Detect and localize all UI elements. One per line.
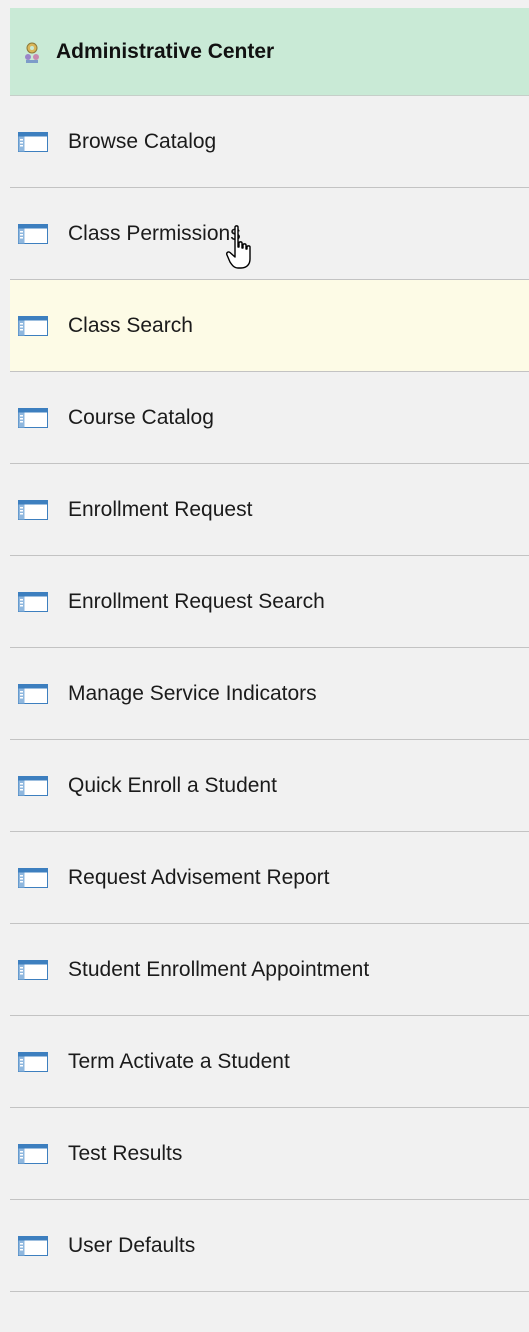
gear-people-icon [22,40,42,64]
menu-item-class-permissions[interactable]: Class Permissions [10,188,529,280]
page-window-icon [18,223,48,244]
menu-item-quick-enroll-a-student[interactable]: Quick Enroll a Student [10,740,529,832]
menu-item-label: Quick Enroll a Student [68,773,277,797]
menu-item-course-catalog[interactable]: Course Catalog [10,372,529,464]
menu-item-label: Manage Service Indicators [68,681,317,705]
navigation-panel: Administrative Center Browse Catalog Clas… [0,0,529,1332]
menu-item-label: Browse Catalog [68,129,217,153]
page-title: Administrative Center [56,39,275,63]
menu-item-label: Test Results [68,1141,183,1165]
menu-item-enrollment-request[interactable]: Enrollment Request [10,464,529,556]
menu-item-label: Request Advisement Report [68,865,330,889]
menu-item-request-advisement-report[interactable]: Request Advisement Report [10,832,529,924]
menu-item-label: Course Catalog [68,405,214,429]
page-window-icon [18,959,48,980]
menu-item-student-enrollment-appointment[interactable]: Student Enrollment Appointment [10,924,529,1016]
menu-item-term-activate-a-student[interactable]: Term Activate a Student [10,1016,529,1108]
menu-item-label: Class Search [68,313,193,337]
page-window-icon [18,131,48,152]
page-window-icon [18,1235,48,1256]
menu-item-class-search[interactable]: Class Search [10,280,529,372]
menu-item-label: Student Enrollment Appointment [68,957,370,981]
page-window-icon [18,1051,48,1072]
menu-item-label: Enrollment Request [68,497,253,521]
menu-item-label: Enrollment Request Search [68,589,325,613]
menu-list: Browse Catalog Class Permissions Class Sea… [10,96,529,1292]
menu-item-enrollment-request-search[interactable]: Enrollment Request Search [10,556,529,648]
menu-item-test-results[interactable]: Test Results [10,1108,529,1200]
page-window-icon [18,315,48,336]
menu-item-user-defaults[interactable]: User Defaults [10,1200,529,1292]
page-window-icon [18,683,48,704]
page-window-icon [18,499,48,520]
page-window-icon [18,591,48,612]
menu-item-manage-service-indicators[interactable]: Manage Service Indicators [10,648,529,740]
page-window-icon [18,407,48,428]
menu-item-label: Term Activate a Student [68,1049,290,1073]
menu-item-label: Class Permissions [68,221,241,245]
administrative-center-header[interactable]: Administrative Center [10,8,529,96]
page-window-icon [18,867,48,888]
menu-item-label: User Defaults [68,1233,196,1257]
page-window-icon [18,1143,48,1164]
menu-item-browse-catalog[interactable]: Browse Catalog [10,96,529,188]
page-window-icon [18,775,48,796]
